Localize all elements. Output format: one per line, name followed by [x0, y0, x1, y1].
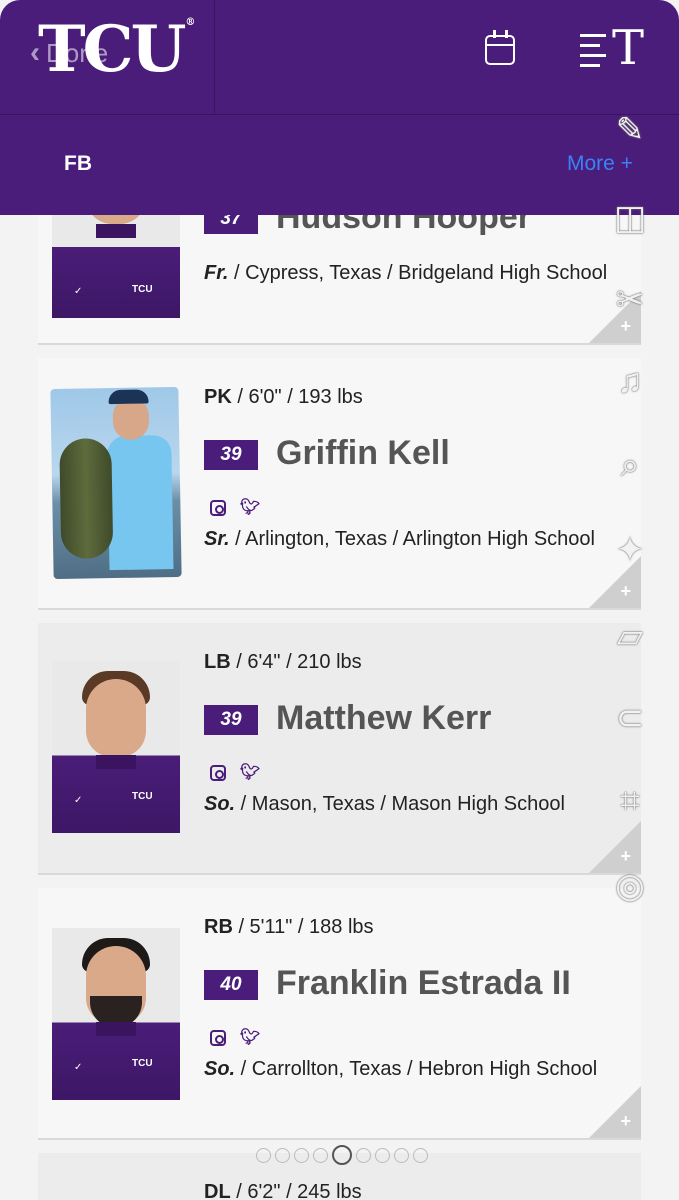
player-position-info: DL / 6'2" / 245 lbs: [204, 1181, 362, 1200]
twitter-icon[interactable]: 🐦︎: [240, 765, 260, 781]
magic-wand-icon[interactable]: ✦: [600, 530, 660, 570]
instagram-icon[interactable]: [210, 1030, 226, 1046]
page-dot[interactable]: [256, 1147, 271, 1163]
calendar-icon[interactable]: [485, 30, 515, 65]
player-hometown: So. / Mason, Texas / Mason High School: [204, 793, 565, 815]
jersey-number: 40: [204, 970, 258, 1000]
timer-icon[interactable]: ◎: [600, 866, 660, 906]
plus-icon: +: [620, 581, 631, 601]
page-indicator: [256, 1145, 428, 1165]
page-dot[interactable]: [275, 1147, 290, 1163]
instagram-icon[interactable]: [210, 500, 226, 516]
crop-icon[interactable]: ⌗: [600, 782, 660, 821]
plus-icon: +: [620, 1111, 631, 1131]
page-dot[interactable]: [394, 1147, 409, 1163]
player-hometown: So. / Carrollton, Texas / Hebron High Sc…: [204, 1058, 598, 1080]
jersey-number: 39: [204, 705, 258, 735]
page-dot[interactable]: [375, 1147, 390, 1163]
player-position-info: PK / 6'0" / 193 lbs: [204, 386, 363, 408]
player-hometown: Fr. / Cypress, Texas / Bridgeland High S…: [204, 262, 608, 284]
music-icon[interactable]: ♫: [600, 362, 660, 401]
paperclip-icon[interactable]: ⊂: [600, 698, 660, 738]
page-dot[interactable]: [356, 1147, 371, 1163]
player-position-info: LB / 6'4" / 210 lbs: [204, 651, 362, 673]
chevron-left-icon: ‹: [30, 36, 40, 69]
sticker-icon[interactable]: ◫: [600, 198, 660, 238]
player-photo: ✓ TCU: [52, 661, 180, 833]
search-star-icon[interactable]: ⌕: [600, 446, 660, 485]
player-position-info: RB / 5'11" / 188 lbs: [204, 916, 374, 938]
page-dot[interactable]: [313, 1147, 328, 1163]
jersey-number: 39: [204, 440, 258, 470]
player-photo: [50, 386, 182, 580]
player-name[interactable]: Griffin Kell: [276, 434, 450, 473]
instagram-icon[interactable]: [210, 765, 226, 781]
player-hometown: Sr. / Arlington, Texas / Arlington High …: [204, 528, 595, 550]
pen-icon[interactable]: ✎: [600, 110, 660, 150]
scissors-icon[interactable]: ✂: [600, 280, 660, 320]
player-photo: ✓ TCU: [52, 928, 180, 1100]
player-card[interactable]: ✓ TCU RB / 5'11" / 188 lbs 40 Franklin E…: [38, 888, 641, 1140]
tab-fb[interactable]: FB: [64, 152, 92, 176]
player-card[interactable]: PK / 6'0" / 193 lbs 39 Griffin Kell 🐦︎ S…: [38, 358, 641, 610]
social-links: 🐦︎: [210, 500, 260, 516]
done-button[interactable]: ‹ Done: [30, 36, 108, 70]
twitter-icon[interactable]: 🐦︎: [240, 500, 260, 516]
page-dot-active[interactable]: [332, 1145, 352, 1165]
menu-text-icon[interactable]: T: [580, 24, 650, 72]
player-name[interactable]: Matthew Kerr: [276, 699, 491, 738]
social-links: 🐦︎: [210, 1030, 260, 1046]
app-header: TCU ® ‹ Done T FB More +: [0, 0, 679, 215]
more-button[interactable]: More +: [567, 152, 633, 176]
header-divider: [214, 0, 215, 115]
done-label: Done: [46, 37, 109, 68]
player-card[interactable]: ✓ TCU LB / 6'4" / 210 lbs 39 Matthew Ker…: [38, 623, 641, 875]
page-dot[interactable]: [413, 1147, 428, 1163]
eraser-icon[interactable]: ▱: [600, 616, 660, 656]
plus-icon: +: [620, 846, 631, 866]
twitter-icon[interactable]: 🐦︎: [240, 1030, 260, 1046]
player-name[interactable]: Franklin Estrada II: [276, 964, 571, 1003]
social-links: 🐦︎: [210, 765, 260, 781]
card-expand-corner[interactable]: [589, 1086, 641, 1138]
page-dot[interactable]: [294, 1147, 309, 1163]
